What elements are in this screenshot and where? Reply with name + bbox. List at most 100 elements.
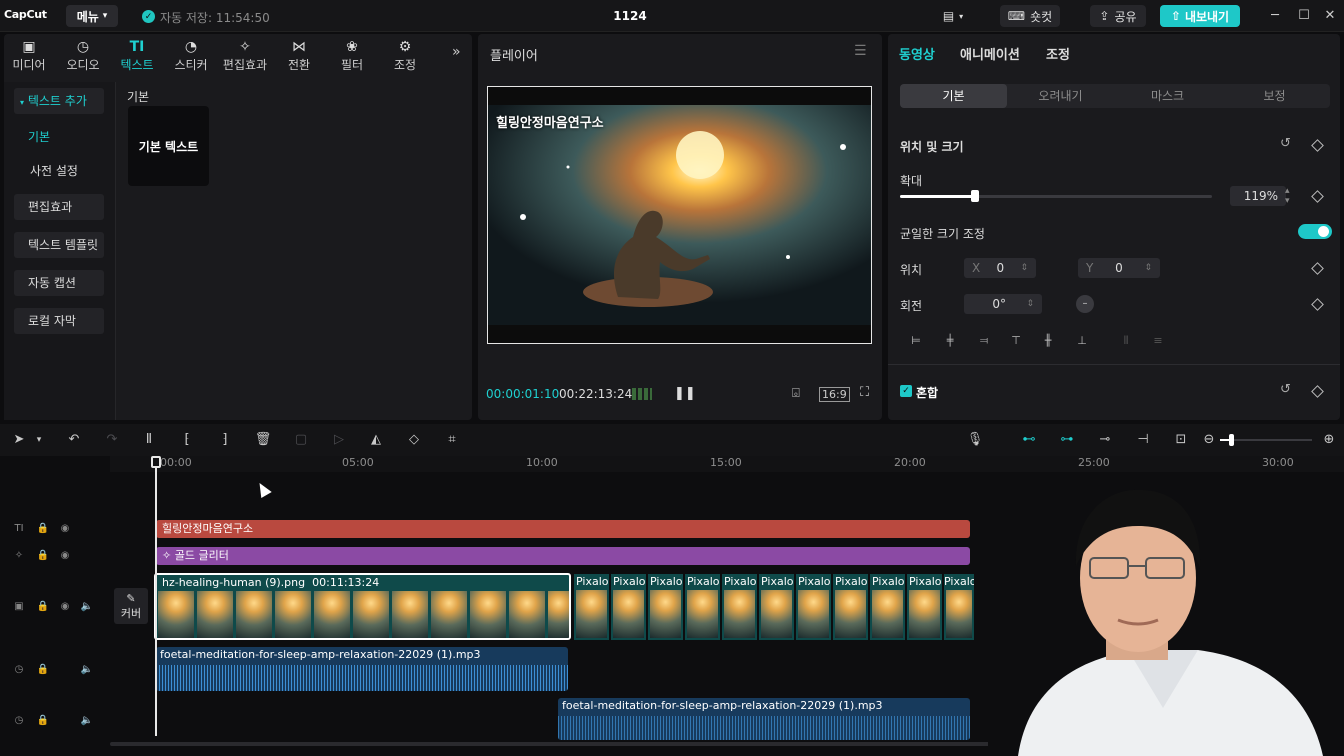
- split-icon[interactable]: Ⅱ: [140, 432, 158, 448]
- lock-icon[interactable]: 🔒: [36, 714, 50, 728]
- keyframe-icon[interactable]: [1311, 385, 1324, 398]
- tab-filter[interactable]: ❀ 필터: [327, 38, 377, 74]
- timeline-scrollbar[interactable]: [110, 742, 990, 746]
- zoom-slider-knob[interactable]: [1229, 434, 1234, 446]
- keyframe-icon[interactable]: [1311, 298, 1324, 311]
- blend-checkbox[interactable]: ✓: [900, 385, 912, 397]
- eye-icon[interactable]: ◉: [58, 522, 72, 536]
- pixalo-clip[interactable]: Pixalo: [796, 574, 831, 640]
- pixalo-clip[interactable]: Pixalo: [648, 574, 683, 640]
- playhead[interactable]: [155, 456, 157, 736]
- subtab-mask[interactable]: 마스크: [1114, 84, 1221, 108]
- maximize-icon[interactable]: ☐: [1296, 8, 1312, 24]
- pixalo-clip[interactable]: Pixalo: [907, 574, 942, 640]
- pixalo-clip[interactable]: Pixalo: [574, 574, 609, 640]
- stepper-icon[interactable]: ▴ ▾: [1285, 186, 1290, 206]
- shortcut-button[interactable]: ⌨ 숏컷: [1000, 5, 1060, 27]
- pixalo-clip[interactable]: Pixalo: [722, 574, 757, 640]
- audio-clip-1[interactable]: foetal-meditation-for-sleep-amp-relaxati…: [156, 647, 568, 691]
- snap-icon[interactable]: ⊶: [1056, 432, 1078, 448]
- position-y-input[interactable]: Y 0 ⇕: [1078, 258, 1160, 278]
- tab-adjust-props[interactable]: 조정: [1046, 44, 1070, 63]
- split-left-icon[interactable]: ⁅: [178, 432, 196, 448]
- text-clip[interactable]: 힐링안정마음연구소: [156, 520, 970, 538]
- tab-transition[interactable]: ⋈ 전환: [274, 38, 324, 74]
- scale-slider-knob[interactable]: [970, 190, 979, 202]
- play-segment-icon[interactable]: ▷: [330, 432, 348, 448]
- export-button[interactable]: ⇧ 내보내기: [1160, 5, 1240, 27]
- lock-icon[interactable]: 🔒: [36, 549, 50, 563]
- pixalo-clip[interactable]: Pixalo: [944, 574, 974, 640]
- reset-icon[interactable]: ↺: [1280, 382, 1291, 397]
- align-right-icon[interactable]: ⫤: [972, 334, 996, 350]
- pixalo-clip[interactable]: Pixalo: [759, 574, 794, 640]
- layout-button[interactable]: ▤ ▾: [936, 5, 970, 27]
- link-icon[interactable]: ⊸: [1094, 432, 1116, 448]
- sidebar-item-basic[interactable]: 기본: [14, 124, 104, 150]
- rotate-icon[interactable]: ◇: [405, 432, 423, 448]
- sidebar-item-presets[interactable]: 사전 설정: [14, 158, 104, 184]
- pixalo-clip[interactable]: Pixalo: [685, 574, 720, 640]
- close-icon[interactable]: ✕: [1322, 8, 1338, 24]
- magnet-icon[interactable]: ⊷: [1018, 432, 1040, 448]
- delete-icon[interactable]: 🗑: [254, 432, 272, 448]
- video-preview[interactable]: 힐링안정마음연구소: [487, 86, 872, 344]
- reset-icon[interactable]: ↺: [1280, 136, 1291, 151]
- subtab-correction[interactable]: 보정: [1221, 84, 1328, 108]
- zoom-slider[interactable]: [1220, 434, 1312, 446]
- subtab-cutout[interactable]: 오려내기: [1007, 84, 1114, 108]
- undo-icon[interactable]: ↶: [65, 432, 83, 448]
- align-bottom-icon[interactable]: ⊥: [1070, 334, 1094, 350]
- distribute-h-icon[interactable]: ⫴: [1114, 334, 1138, 350]
- align-center-h-icon[interactable]: ╪: [938, 334, 962, 350]
- align-left-icon[interactable]: ⊨: [904, 334, 928, 350]
- crop-icon[interactable]: ⌗: [443, 432, 461, 448]
- effect-clip[interactable]: ✧ 골드 글리터: [156, 547, 970, 565]
- stepper-icon[interactable]: ⇕: [1020, 263, 1028, 273]
- redo-icon[interactable]: ↷: [103, 432, 121, 448]
- split-right-icon[interactable]: ⁆: [216, 432, 234, 448]
- fullscreen-icon[interactable]: ⛶: [860, 385, 869, 400]
- position-x-input[interactable]: X 0 ⇕: [964, 258, 1036, 278]
- cover-button[interactable]: ✎ 커버: [114, 588, 148, 624]
- rotation-input[interactable]: 0° ⇕: [964, 294, 1042, 314]
- align-top-icon[interactable]: ⊤: [1004, 334, 1028, 350]
- stepper-icon[interactable]: ⇕: [1144, 263, 1152, 273]
- tab-audio[interactable]: ◷ 오디오: [58, 38, 108, 74]
- pixalo-clip[interactable]: Pixalo: [833, 574, 868, 640]
- share-button[interactable]: ⇪ 공유: [1090, 5, 1146, 27]
- rotation-dial-icon[interactable]: –: [1076, 295, 1094, 313]
- tab-text[interactable]: TI 텍스트: [112, 38, 162, 74]
- audio-clip-2[interactable]: foetal-meditation-for-sleep-amp-relaxati…: [558, 698, 970, 740]
- select-tool-icon[interactable]: ➤: [10, 432, 28, 448]
- main-video-clip[interactable]: hz-healing-human (9).png 00:11:13:24: [154, 573, 571, 640]
- section-position-size[interactable]: 위치 및 크기: [900, 138, 964, 155]
- sidebar-item-templates[interactable]: 텍스트 템플릿: [14, 232, 104, 258]
- sidebar-item-local-captions[interactable]: 로컬 자막: [14, 308, 104, 334]
- project-title[interactable]: 1124: [610, 9, 650, 23]
- sidebar-add-text[interactable]: ▾ 텍스트 추가: [14, 88, 104, 114]
- speaker-icon[interactable]: 🔈: [80, 714, 94, 728]
- aspect-ratio-button[interactable]: 16:9: [819, 387, 850, 402]
- sidebar-item-auto-captions[interactable]: 자동 캡션: [14, 270, 104, 296]
- scale-slider[interactable]: [900, 190, 1212, 202]
- uniform-scale-toggle[interactable]: [1298, 224, 1332, 239]
- sidebar-item-effects[interactable]: 편집효과: [14, 194, 104, 220]
- tab-video[interactable]: 동영상: [899, 44, 935, 63]
- chevron-down-icon[interactable]: ▾: [30, 432, 48, 448]
- keyframe-icon[interactable]: [1311, 190, 1324, 203]
- minimize-icon[interactable]: ─: [1267, 8, 1283, 24]
- speaker-icon[interactable]: 🔈: [80, 600, 94, 614]
- eye-icon[interactable]: ◉: [58, 600, 72, 614]
- lock-icon[interactable]: 🔒: [36, 522, 50, 536]
- pixalo-clip[interactable]: Pixalo: [611, 574, 646, 640]
- lock-icon[interactable]: 🔒: [36, 663, 50, 677]
- tab-media[interactable]: ▣ 미디어: [4, 38, 54, 74]
- pixalo-clip[interactable]: Pixalo: [870, 574, 905, 640]
- preview-axis-icon[interactable]: ⊣: [1132, 432, 1154, 448]
- subtab-basic[interactable]: 기본: [900, 84, 1007, 108]
- tab-animation[interactable]: 애니메이션: [960, 44, 1020, 63]
- playhead-handle[interactable]: [151, 456, 161, 468]
- distribute-v-icon[interactable]: ≡: [1146, 334, 1170, 350]
- screenshot-icon[interactable]: ⌻: [792, 386, 800, 401]
